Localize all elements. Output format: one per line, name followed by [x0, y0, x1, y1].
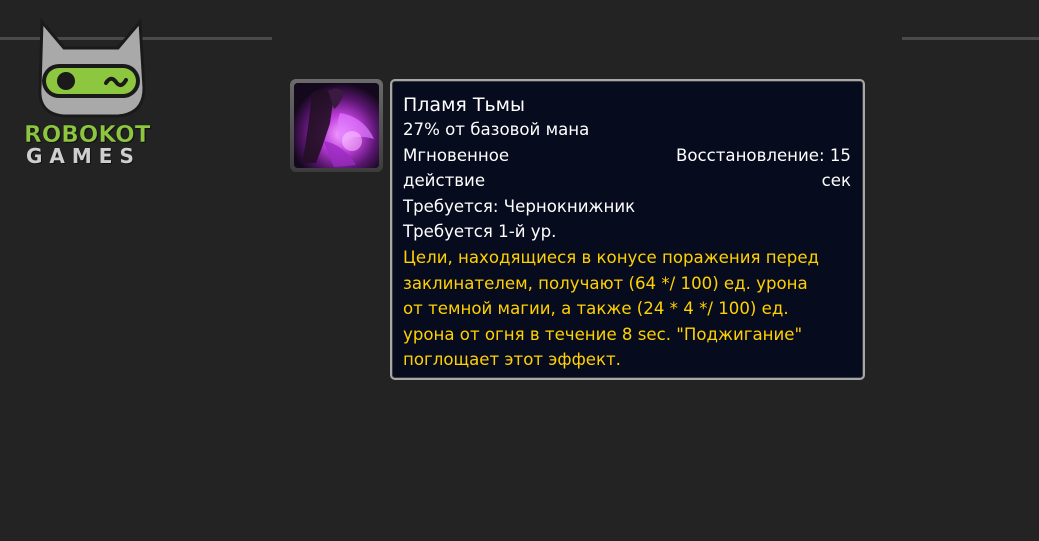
spell-name: Пламя Тьмы — [403, 94, 526, 116]
spell-cast-time-line1: Мгновенное — [403, 145, 510, 165]
page: ROBOKOT GAMES Пламя Тьмы 27% от базовой … — [0, 0, 1039, 541]
spell-icon-frame[interactable] — [290, 79, 383, 172]
divider-right — [902, 37, 1039, 40]
logo-text-games: GAMES — [26, 144, 141, 168]
spell-cooldown-line2: сек — [821, 171, 851, 191]
robot-cat-head-icon — [38, 18, 146, 118]
spell-description-line: от темной магии, а также (24 * 4 */ 100)… — [403, 299, 789, 319]
spell-cast-time-line2: действие — [403, 171, 486, 191]
spell-description-line: заклинателем, получают (64 */ 100) ед. у… — [403, 273, 808, 293]
spell-requires-class: Требуется: Чернокнижник — [403, 196, 636, 216]
robokot-logo: ROBOKOT GAMES — [22, 18, 162, 168]
spell-cast-time: Мгновенное действие — [403, 143, 553, 194]
spell-cast-cooldown-row: Мгновенное действие Восстановление: 15 с… — [403, 143, 851, 194]
spell-cost: 27% от базовой мана — [403, 120, 590, 139]
shadowflame-icon — [294, 83, 379, 168]
spell-description-line: Цели, находящиеся в конусе поражения пер… — [403, 247, 820, 267]
spell-tooltip: Пламя Тьмы 27% от базовой мана Мгновенно… — [390, 79, 865, 380]
spell-description: Цели, находящиеся в конусе поражения пер… — [403, 245, 851, 373]
spell-requires-level: Требуется 1-й ур. — [403, 222, 557, 242]
spell-description-line: урона от огня в течение 8 sec. "Поджиган… — [403, 324, 803, 344]
spell-cooldown: Восстановление: 15 сек — [651, 143, 851, 194]
spell-cooldown-line1: Восстановление: 15 — [675, 145, 851, 165]
spell-description-line: поглощает этот эффект. — [403, 350, 621, 370]
